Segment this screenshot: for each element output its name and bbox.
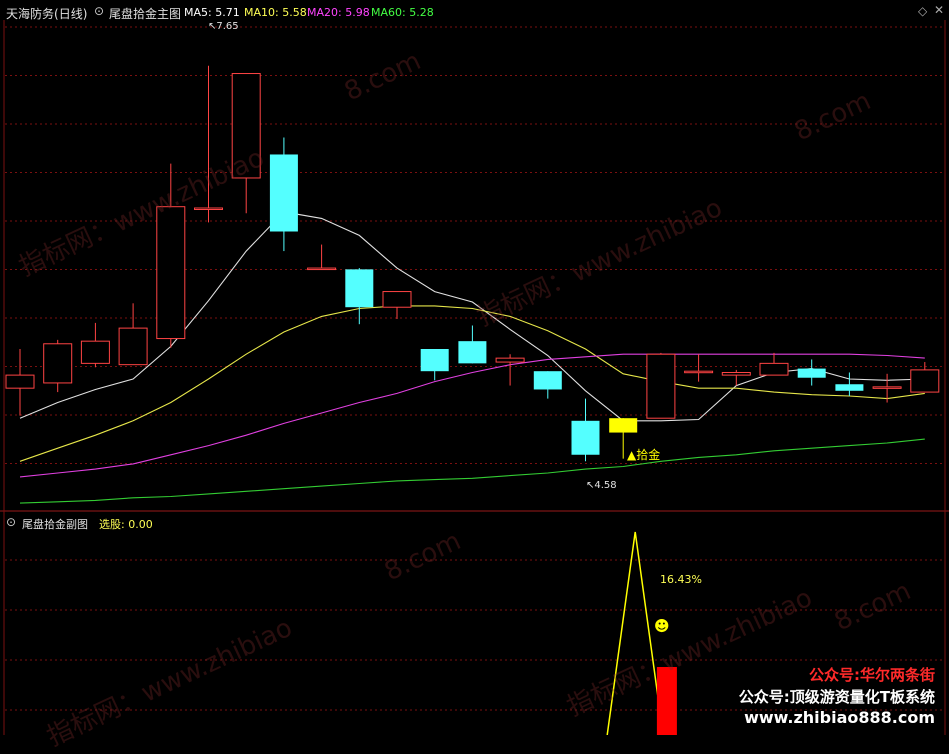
candle-body (43, 343, 73, 384)
candle-body (533, 371, 562, 390)
sub-bar (656, 667, 677, 735)
candle-body (609, 418, 638, 433)
candle-body (156, 206, 186, 340)
candle-body (872, 386, 902, 389)
promo-line-2: 公众号:顶级游资量化T板系统 (738, 688, 935, 706)
smiley-icon: ☻ (654, 617, 670, 635)
candle-body (759, 362, 789, 376)
candle-body (495, 357, 525, 363)
candle-body (194, 207, 223, 210)
promo-line-1: 公众号:华尔两条街 (809, 666, 935, 684)
low-price-label: ↖4.58 (586, 480, 617, 491)
ma10-legend: MA10: 5.58 (244, 6, 307, 19)
close-icon[interactable]: ✕ (934, 3, 944, 17)
ma-line-ma60 (19, 438, 925, 504)
candle-body (721, 372, 751, 376)
sub-indicator-name: 尾盘拾金副图 (22, 518, 88, 531)
period-label: (日线) (54, 7, 88, 21)
promo-line-3: www.zhibiao888.com (744, 708, 935, 727)
chart-svg (0, 20, 949, 736)
candle-body (646, 353, 676, 419)
candle-body (231, 73, 261, 179)
candle-body (458, 341, 487, 364)
stock-title: 天海防务(日线) (6, 5, 87, 22)
sub-value-label: 16.43% (660, 573, 702, 586)
candle-body (910, 369, 940, 393)
diamond-icon[interactable]: ◇ (918, 4, 927, 18)
candle-body (269, 154, 298, 232)
signal-label: ▲拾金 (627, 448, 661, 462)
main-indicator-toggle-icon[interactable]: ⊙ (94, 4, 104, 18)
candle-body (345, 269, 374, 308)
candle-body (571, 420, 600, 455)
candle-body (835, 384, 864, 391)
candle-body (797, 368, 826, 378)
ma20-legend: MA20: 5.98 (307, 6, 370, 19)
sub-indicator-toggle-icon[interactable]: ⊙ (6, 515, 16, 529)
candle-body (307, 267, 337, 271)
candle-body (118, 327, 148, 366)
chart-stage: 天海防务(日线) ⊙ 尾盘拾金主图 MA5: 5.71 MA10: 5.58 M… (0, 0, 949, 753)
main-indicator-name: 尾盘拾金主图 (109, 7, 182, 21)
candle-body (80, 340, 110, 364)
ma60-legend: MA60: 5.28 (371, 6, 434, 19)
candle-body (420, 349, 449, 372)
ma5-legend: MA5: 5.71 (184, 6, 240, 19)
stock-name: 天海防务 (6, 7, 55, 21)
candle-body (382, 291, 412, 308)
high-price-label: ↖7.65 (208, 21, 239, 32)
ma-line-ma5 (19, 211, 925, 422)
candle-body (684, 370, 714, 374)
ma-line-ma20 (19, 353, 925, 478)
select-stock-legend: 选股: 0.00 (99, 518, 153, 531)
candle-body (5, 374, 35, 389)
